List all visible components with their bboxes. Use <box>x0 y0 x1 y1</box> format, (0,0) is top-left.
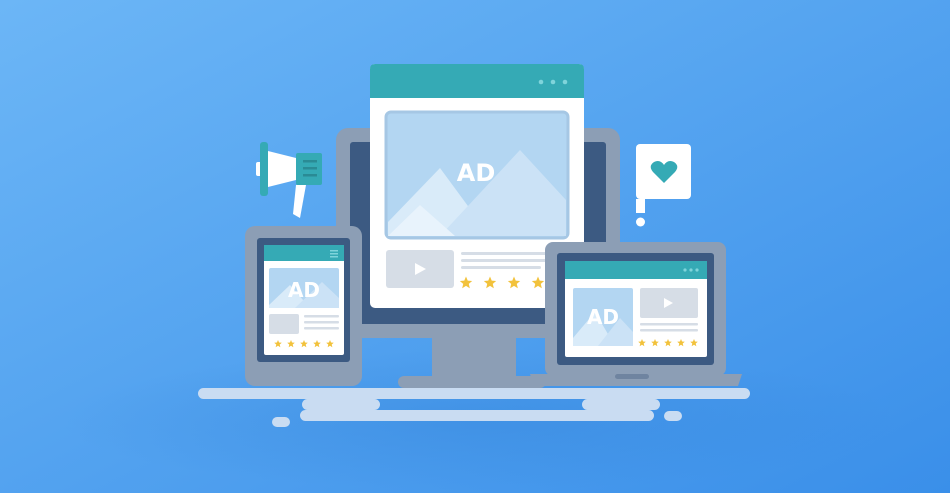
tablet-video-thumbnail <box>269 314 299 334</box>
tablet-device: AD <box>245 226 362 386</box>
monitor-stand-neck <box>432 336 516 378</box>
desktop-ad-label: AD <box>457 159 496 187</box>
window-dots-icon <box>683 268 699 272</box>
tablet-text-lines <box>304 315 339 330</box>
laptop-ad-label: AD <box>587 305 619 329</box>
laptop-device: AD <box>530 242 742 386</box>
hamburger-menu-icon <box>330 250 338 258</box>
tablet-ad-label: AD <box>288 278 320 302</box>
advertising-illustration: AD AD AD <box>0 0 950 493</box>
